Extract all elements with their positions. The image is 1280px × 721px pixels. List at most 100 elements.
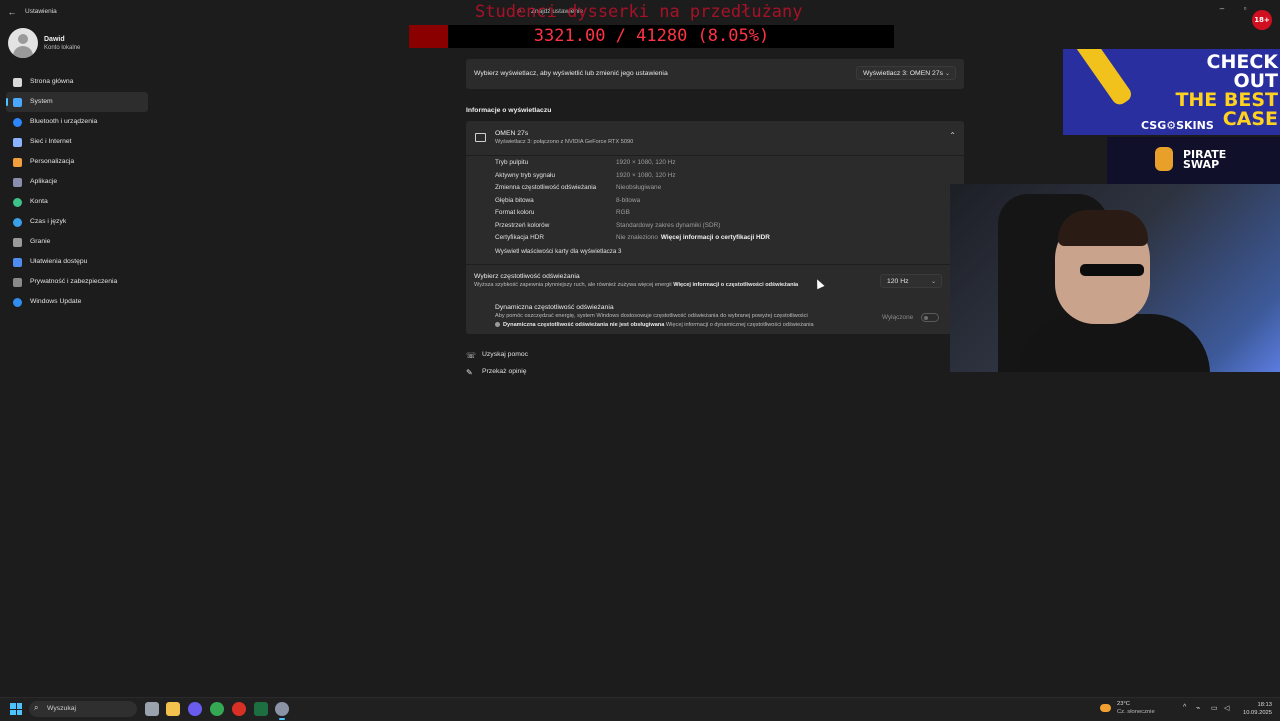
- dynamic-refresh-subtitle: Aby pomóc oszczędzać energię, system Win…: [495, 313, 808, 319]
- feedback-link[interactable]: ✎ Przekaż opinię: [466, 368, 528, 385]
- sunglasses: [1080, 264, 1144, 276]
- knife-icon: [1071, 49, 1135, 108]
- property-key: Certyfikacja HDR: [495, 234, 545, 241]
- clock-date: 10.09.2025: [1242, 710, 1272, 716]
- property-value-group: Standardowy zakres dynamiki (SDR): [616, 222, 720, 229]
- display-info-header[interactable]: OMEN 27s Wyświetlacz 3: połączono z NVID…: [466, 121, 964, 156]
- hdr-info-link[interactable]: Więcej informacji o certyfikacji HDR: [661, 234, 770, 241]
- search-icon: ⌕: [34, 703, 39, 712]
- chevron-up-icon[interactable]: ^: [1183, 704, 1186, 711]
- volume-icon[interactable]: ◁: [1224, 704, 1229, 712]
- sidebar-item-label: Aplikacje: [30, 178, 58, 185]
- network-icon[interactable]: ⌁: [1196, 704, 1200, 712]
- get-help-link[interactable]: ☏ Uzyskaj pomoc: [466, 351, 528, 368]
- property-value-group: Nie znaleziono Więcej informacji o certyf…: [616, 234, 770, 241]
- property-value: 1920 × 1080, 120 Hz: [616, 171, 676, 179]
- property-key: Zmienna częstotliwość odświeżania: [495, 184, 597, 191]
- property-key: Format koloru: [495, 209, 535, 216]
- sidebar-item-2[interactable]: Bluetooth i urządzenia: [6, 112, 148, 132]
- system-icon: [13, 98, 22, 107]
- chrome-icon[interactable]: [210, 702, 224, 716]
- clock-time: 18:13: [1257, 702, 1272, 708]
- info-icon: [495, 322, 500, 327]
- property-value: 8-bitowa: [616, 196, 641, 204]
- opera-icon[interactable]: [232, 702, 246, 716]
- maximize-button[interactable]: ▫: [1235, 2, 1255, 16]
- sidebar-item-label: Ułatwienia dostępu: [30, 258, 88, 265]
- sponsor-headline: CHECK OUT THE BEST CASE: [1158, 53, 1278, 129]
- monitor-icon: [475, 133, 486, 142]
- discord-icon[interactable]: [188, 702, 202, 716]
- display-properties: Tryb pulpitu 1920 × 1080, 120 Hz Aktywny t…: [495, 159, 945, 247]
- property-value-group: Nieobsługiwane: [616, 184, 661, 191]
- account-icon: [13, 198, 22, 207]
- app-title: Ustawienia: [25, 8, 57, 15]
- sidebar-nav: Strona główna System Bluetooth i urządzeni…: [6, 72, 148, 312]
- avatar[interactable]: [8, 28, 38, 58]
- refresh-rate-link[interactable]: Więcej informacji o częstotliwości odświ…: [673, 282, 798, 288]
- property-value-group: RGB: [616, 209, 630, 216]
- section-title: Informacje o wyświetlaczu: [466, 107, 552, 114]
- task-view-icon[interactable]: [145, 702, 159, 716]
- file-explorer-icon[interactable]: [166, 702, 180, 716]
- dynamic-refresh-toggle[interactable]: [921, 313, 939, 322]
- taskbar-search-input[interactable]: ⌕ Wyszukaj: [29, 701, 137, 717]
- sidebar-item-label: Personalizacja: [30, 158, 75, 165]
- sidebar-item-8[interactable]: Granie: [6, 232, 148, 252]
- dynamic-refresh-link[interactable]: Więcej informacji o dynamicznej częstotl…: [666, 322, 814, 328]
- property-value-group: 8-bitowa: [616, 197, 640, 204]
- feedback-icon: ✎: [466, 368, 473, 377]
- property-value: Standardowy zakres dynamiki (SDR): [616, 221, 721, 229]
- user-account-type: Konto lokalne: [44, 45, 81, 51]
- adapter-properties-link[interactable]: Wyświetl właściwości karty dla wyświetla…: [495, 248, 621, 255]
- sidebar-item-3[interactable]: Sieć i Internet: [6, 132, 148, 152]
- property-key: Tryb pulpitu: [495, 159, 529, 166]
- wifi-icon: [13, 138, 22, 147]
- back-arrow-icon[interactable]: ←: [6, 6, 18, 18]
- property-row: Przestrzeń kolorów Standardowy zakres dyn…: [495, 222, 945, 235]
- stream-goal-counter: 3321.00 / 41280 (8.05%): [533, 26, 770, 46]
- taskbar-search-placeholder: Wyszukaj: [47, 705, 77, 712]
- property-row: Tryb pulpitu 1920 × 1080, 120 Hz: [495, 159, 945, 172]
- help-links: ☏ Uzyskaj pomoc ✎ Przekaż opinię: [466, 351, 528, 385]
- bluetooth-icon: [13, 118, 22, 127]
- stream-overlay-title: Studenci dysserki na przedłużany: [475, 2, 803, 22]
- pirate-swap-banner: PIRATE SWAP: [1107, 137, 1280, 184]
- property-key: Głębia bitowa: [495, 196, 534, 204]
- dynamic-refresh-toggle-label: Wyłączone: [882, 314, 914, 321]
- display-icon[interactable]: ▭: [1211, 704, 1218, 712]
- weather-sun-cloud-icon: [1100, 704, 1111, 712]
- sidebar-item-5[interactable]: Aplikacje: [6, 172, 148, 192]
- weather-desc: Cz. słonecznie: [1117, 709, 1155, 715]
- refresh-rate-description: Wyższa szybkość zapewnia płynniejszy ruc…: [474, 282, 672, 288]
- sidebar-item-10[interactable]: Prywatność i zabezpieczenia: [6, 272, 148, 292]
- sidebar-item-label: Czas i język: [30, 218, 67, 225]
- dynamic-refresh-title: Dynamiczna częstotliwość odświeżania: [495, 304, 614, 311]
- brush-icon: [13, 158, 22, 167]
- sidebar-item-label: Prywatność i zabezpieczenia: [30, 278, 118, 285]
- minimize-button[interactable]: –: [1212, 2, 1232, 16]
- chevron-down-icon: ⌄: [944, 71, 950, 77]
- settings-gear-icon[interactable]: [275, 702, 289, 720]
- refresh-rate-dropdown[interactable]: 120 Hz ⌄: [880, 274, 942, 288]
- sidebar-item-0[interactable]: Strona główna: [6, 72, 148, 92]
- windows-start-icon[interactable]: [10, 703, 22, 715]
- sidebar-item-11[interactable]: Windows Update: [6, 292, 148, 312]
- sidebar-item-9[interactable]: Ułatwienia dostępu: [6, 252, 148, 272]
- sidebar-item-6[interactable]: Konta: [6, 192, 148, 212]
- chevron-up-icon[interactable]: ⌃: [949, 131, 956, 140]
- display-name: OMEN 27s: [495, 130, 529, 137]
- display-select-dropdown[interactable]: Wyświetlacz 3: OMEN 27s ⌄: [856, 66, 956, 80]
- refresh-rate-title: Wybierz częstotliwość odświeżania: [474, 273, 580, 280]
- property-value: 1920 × 1080, 120 Hz: [616, 159, 676, 166]
- sidebar-item-4[interactable]: Personalizacja: [6, 152, 148, 172]
- property-row: Format koloru RGB: [495, 209, 945, 222]
- sidebar-item-label: Granie: [30, 238, 51, 245]
- sidebar-item-label: Konta: [30, 198, 48, 205]
- sidebar-item-7[interactable]: Czas i język: [6, 212, 148, 232]
- property-row: Głębia bitowa 8-bitowa: [495, 197, 945, 210]
- excel-icon[interactable]: [254, 702, 268, 716]
- system-clock[interactable]: 18:13 10.09.2025: [1236, 701, 1272, 717]
- dynamic-refresh-warning-text: Dynamiczna częstotliwość odświeżania nie…: [503, 322, 665, 328]
- sidebar-item-1[interactable]: System: [6, 92, 148, 112]
